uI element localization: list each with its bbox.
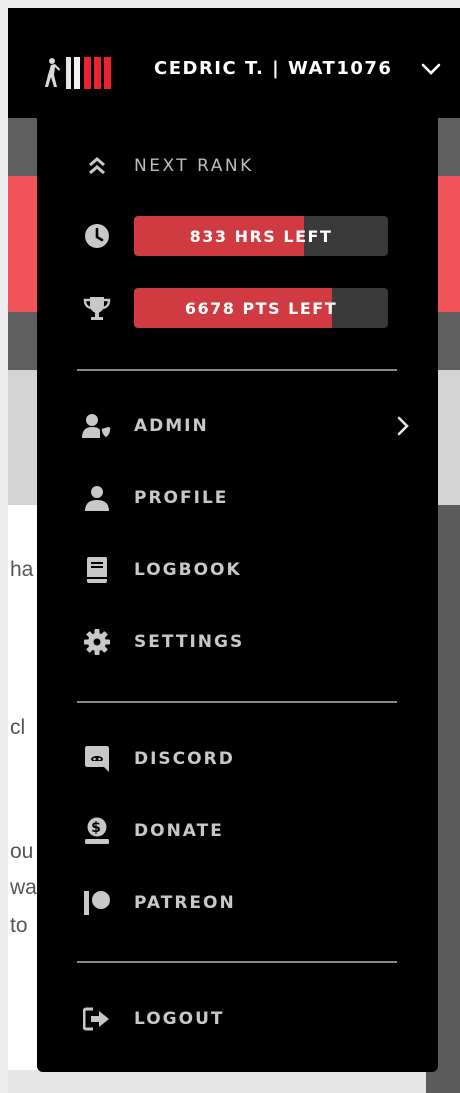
hours-progress-bar: 833 HRS LEFT [134, 216, 388, 256]
double-chevron-up-icon [82, 151, 112, 181]
trophy-icon [82, 293, 112, 323]
menu-item-label: SETTINGS [134, 632, 245, 652]
menu-divider [77, 369, 397, 371]
background-text: to [10, 914, 28, 937]
chevron-right-icon [397, 416, 409, 436]
top-bar: CEDRIC T. | WAT1076 [8, 8, 460, 118]
next-rank-heading: NEXT RANK [82, 148, 402, 184]
chevron-down-icon[interactable] [420, 58, 442, 80]
logout-icon [82, 1004, 112, 1034]
menu-item-logout[interactable]: LOGOUT [82, 1001, 402, 1037]
menu-item-settings[interactable]: SETTINGS [82, 624, 402, 660]
menu-item-label: DONATE [134, 821, 224, 841]
svg-text:$: $ [91, 820, 103, 836]
background-text: ha [10, 558, 34, 581]
menu-divider [77, 701, 397, 703]
background-text: wa [10, 876, 37, 899]
gear-icon [82, 627, 112, 657]
menu-item-label: ADMIN [134, 416, 209, 436]
menu-item-logbook[interactable]: LOGBOOK [82, 552, 402, 588]
hours-progress-row: 833 HRS LEFT [82, 216, 402, 256]
menu-item-discord[interactable]: DISCORD [82, 741, 402, 777]
user-menu-label[interactable]: CEDRIC T. | WAT1076 [154, 58, 392, 79]
user-dropdown-menu: NEXT RANK 833 HRS LEFT 6678 PTS LEFT ADM… [37, 118, 438, 1072]
menu-item-label: DISCORD [134, 749, 235, 769]
clock-icon [82, 221, 112, 251]
hours-left-text: 833 HRS LEFT [189, 226, 333, 246]
menu-item-label: LOGOUT [134, 1009, 225, 1029]
patreon-icon [82, 888, 112, 918]
menu-item-label: LOGBOOK [134, 560, 242, 580]
menu-item-admin[interactable]: ADMIN [82, 408, 409, 444]
book-icon [82, 555, 112, 585]
menu-item-label: PROFILE [134, 488, 229, 508]
background-text: ou [10, 840, 34, 863]
background-text: cl [10, 716, 26, 739]
points-progress-bar: 6678 PTS LEFT [134, 288, 388, 328]
next-rank-label: NEXT RANK [134, 156, 254, 176]
menu-item-label: PATREON [134, 893, 236, 913]
user-icon [82, 483, 112, 513]
menu-item-donate[interactable]: $ DONATE [82, 813, 402, 849]
menu-item-patreon[interactable]: PATREON [82, 885, 402, 921]
points-left-text: 6678 PTS LEFT [184, 298, 338, 318]
user-shield-icon [82, 411, 112, 441]
menu-item-profile[interactable]: PROFILE [82, 480, 402, 516]
background-footer [8, 1070, 426, 1093]
menu-divider [77, 961, 397, 963]
discord-icon [82, 744, 112, 774]
app-logo[interactable] [42, 53, 128, 93]
donate-icon: $ [82, 816, 112, 846]
points-progress-row: 6678 PTS LEFT [82, 288, 402, 328]
